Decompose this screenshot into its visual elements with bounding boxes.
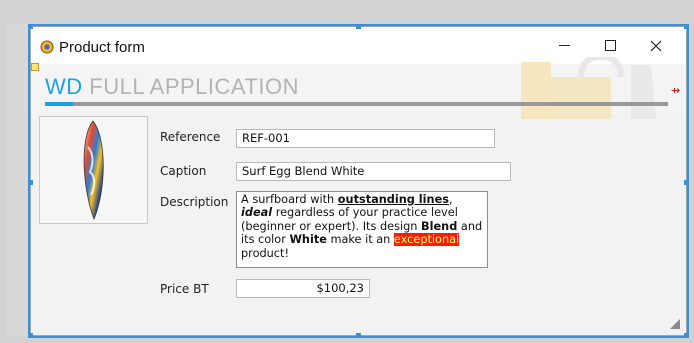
selection-handle[interactable] [684, 180, 689, 185]
selection-handle[interactable] [684, 24, 689, 29]
selection-frame [28, 24, 689, 338]
selection-handle[interactable] [356, 24, 361, 29]
selection-handle[interactable] [684, 333, 689, 338]
anchor-marker [31, 63, 39, 71]
selection-handle[interactable] [356, 333, 361, 338]
selection-handle[interactable] [28, 24, 33, 29]
selection-handle[interactable] [28, 333, 33, 338]
selection-handle[interactable] [28, 180, 33, 185]
